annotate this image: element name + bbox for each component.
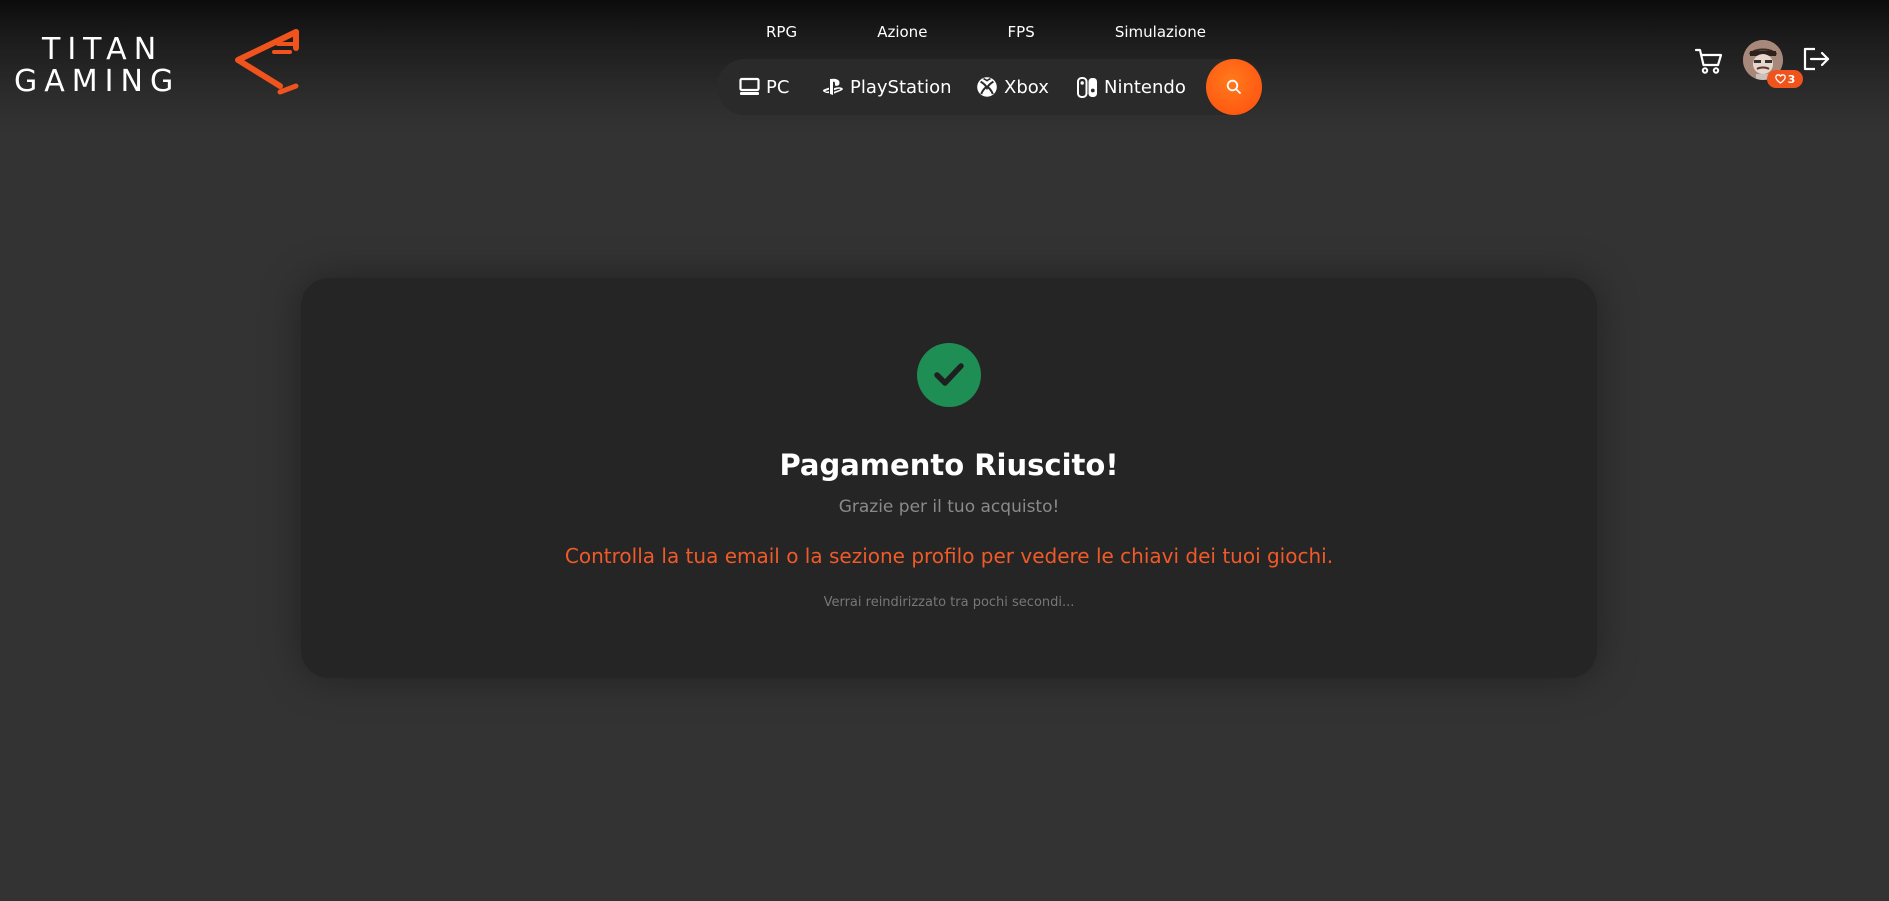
logo-mark-icon xyxy=(235,29,299,95)
redirect-note: Verrai reindirizzato tra pochi secondi..… xyxy=(823,595,1075,610)
playstation-icon xyxy=(822,78,843,95)
search-icon xyxy=(1226,79,1241,94)
platform-nav: PC PlayStation Xbox Nintendo xyxy=(717,59,1264,115)
page: TITAN GAMING RPG Azione FPS Simulazione xyxy=(0,0,1889,901)
wishlist-count: 3 xyxy=(1787,72,1796,86)
genre-link-azione[interactable]: Azione xyxy=(877,23,927,41)
nintendo-switch-icon xyxy=(1077,76,1097,98)
success-title: Pagamento Riuscito! xyxy=(779,448,1119,482)
logout-icon[interactable] xyxy=(1801,45,1831,73)
platform-label-playstation: PlayStation xyxy=(850,76,952,98)
genre-link-rpg[interactable]: RPG xyxy=(766,23,797,41)
genre-link-simulazione[interactable]: Simulazione xyxy=(1115,23,1206,41)
check-icon xyxy=(934,363,964,386)
platform-label-xbox: Xbox xyxy=(1004,76,1049,98)
platform-item-pc[interactable]: PC xyxy=(739,59,789,115)
brand-name-line2: GAMING xyxy=(14,64,181,99)
platform-label-nintendo: Nintendo xyxy=(1104,76,1186,98)
monitor-icon xyxy=(739,77,760,95)
site-header: TITAN GAMING RPG Azione FPS Simulazione xyxy=(0,0,1889,135)
cart-icon[interactable] xyxy=(1694,46,1724,76)
brand-wordmark: TITAN GAMING xyxy=(14,34,180,98)
genre-link-fps[interactable]: FPS xyxy=(1008,23,1035,41)
heart-icon xyxy=(1774,74,1786,84)
payment-success-card: Pagamento Riuscito! Grazie per il tuo ac… xyxy=(301,278,1597,678)
xbox-icon xyxy=(977,77,997,97)
wishlist-badge[interactable]: 3 xyxy=(1767,70,1803,88)
genre-nav: RPG Azione FPS Simulazione xyxy=(766,20,1206,44)
brand-name-line1: TITAN xyxy=(42,32,164,67)
success-subtitle: Grazie per il tuo acquisto! xyxy=(838,497,1060,517)
brand-logo[interactable]: TITAN GAMING xyxy=(14,26,299,102)
game-keys-message: Controlla la tua email o la sezione prof… xyxy=(564,544,1334,568)
success-badge xyxy=(917,343,981,407)
platform-label-pc: PC xyxy=(766,76,790,98)
platform-item-xbox[interactable]: Xbox xyxy=(976,59,1049,115)
platform-item-nintendo[interactable]: Nintendo xyxy=(1077,59,1186,115)
search-button[interactable] xyxy=(1206,59,1262,115)
platform-item-playstation[interactable]: PlayStation xyxy=(822,59,952,115)
